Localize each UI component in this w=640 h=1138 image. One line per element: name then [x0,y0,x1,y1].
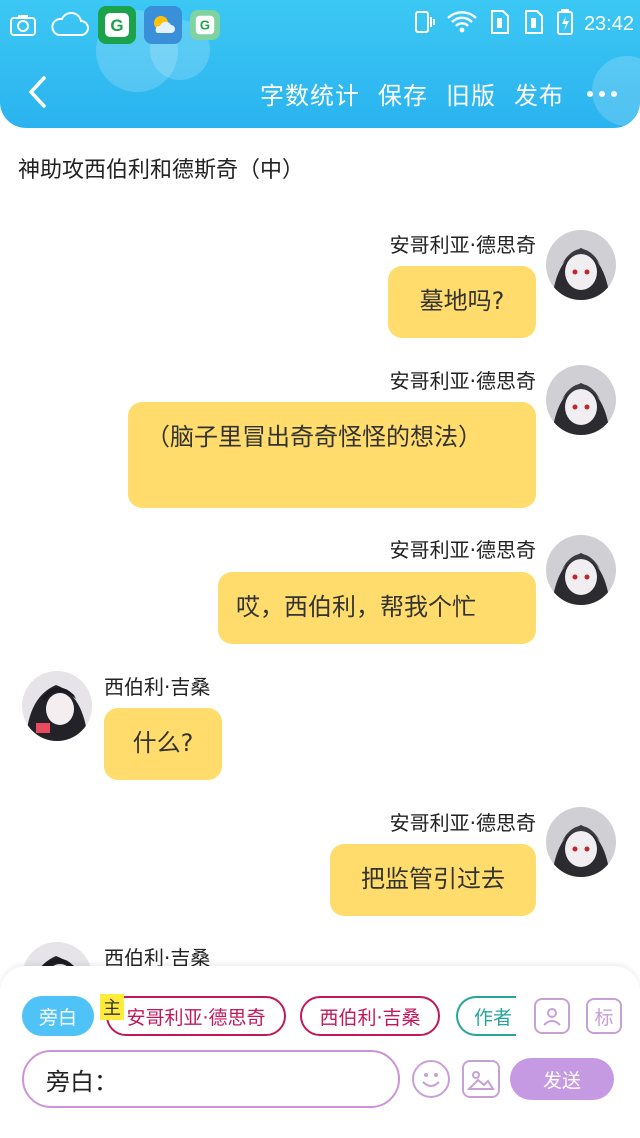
battery-icon [556,8,574,40]
message-bubble[interactable]: 哎，西伯利，帮我个忙 [218,572,536,644]
nav-bar: 字数统计 保存 旧版 发布 [0,60,640,128]
speaker-name: 西伯利·吉桑 [104,675,211,699]
message-input[interactable]: 旁白： [22,1050,400,1108]
status-time: 23:42 [583,12,634,35]
save-button[interactable]: 保存 [378,76,428,111]
publish-button[interactable]: 发布 [514,76,564,111]
message-bubble[interactable]: 墓地吗? [388,266,536,338]
role-chip-narrator[interactable]: 旁白 [22,996,94,1036]
message-bubble[interactable]: 什么? [104,708,222,780]
speaker-name: 安哥利亚·德思奇 [389,369,536,393]
image-icon[interactable] [462,1060,500,1098]
sim2-icon [522,9,546,39]
vibrate-icon [410,9,436,39]
more-dots-icon[interactable] [582,79,622,109]
weather-icon [144,6,182,44]
old-version-button[interactable]: 旧版 [446,76,496,111]
avatar[interactable] [22,671,92,741]
role-chip-angelia[interactable]: 安哥利亚·德思奇 [106,996,286,1036]
speaker-name: 安哥利亚·德思奇 [389,233,536,257]
speaker-name: 安哥利亚·德思奇 [389,811,536,835]
smile-icon[interactable] [412,1060,450,1098]
composer-panel: 旁白 安哥利亚·德思奇 主 西伯利·吉桑 作者 标 旁白： 发送 [0,966,640,1138]
app-header: G G 23:42 字数统计 保存 旧版 发布 [0,0,640,128]
send-button[interactable]: 发送 [510,1058,614,1100]
avatar[interactable] [546,365,616,435]
role-chip-author[interactable]: 作者 [456,996,516,1036]
speaker-name: 安哥利亚·德思奇 [389,538,536,562]
main-role-badge: 主 [100,994,124,1020]
wifi-icon [446,9,478,39]
word-count-button[interactable]: 字数统计 [260,76,360,111]
message-bubble[interactable]: 把监管引过去 [330,844,536,916]
avatar[interactable] [546,807,616,877]
cloud-icon [48,8,90,42]
tag-button[interactable]: 标 [586,998,622,1034]
svg-text:G: G [110,16,123,35]
chevron-left-icon[interactable] [18,72,58,112]
avatar[interactable] [546,230,616,300]
app-g-icon: G [98,6,136,44]
screenshot-icon [6,8,40,42]
status-bar: G G 23:42 [0,0,640,46]
app-g-small-icon: G [190,10,220,40]
sim1-icon [488,9,512,39]
message-bubble[interactable]: （脑子里冒出奇奇怪怪的想法） [128,402,536,508]
role-chip-siberi[interactable]: 西伯利·吉桑 [300,996,440,1036]
story-title: 神助攻西伯利和德斯奇（中） [18,158,305,183]
person-card-icon[interactable] [534,998,570,1034]
avatar[interactable] [546,535,616,605]
svg-text:G: G [200,18,210,33]
